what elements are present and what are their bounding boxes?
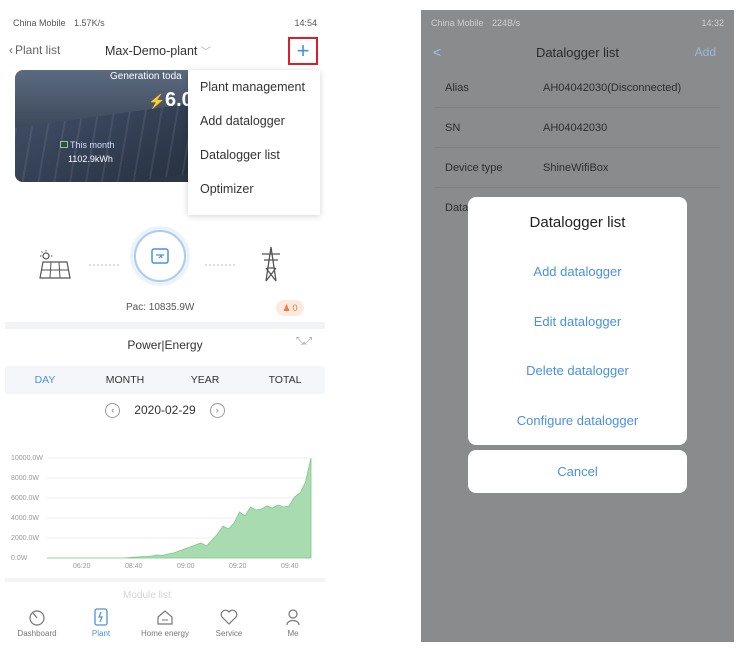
month-label: This month — [60, 140, 115, 150]
plus-icon: + — [296, 38, 310, 63]
plus-button[interactable]: + — [288, 37, 318, 65]
tab-month[interactable]: MONTH — [85, 366, 165, 394]
row-key: Alias — [445, 81, 469, 94]
top-bar: < Datalogger list Add — [421, 36, 734, 68]
y-tick-label: 0.0W — [11, 555, 28, 562]
power-tower-icon — [262, 246, 280, 282]
nav-dashboard[interactable]: Dashboard — [5, 598, 69, 640]
dashboard-icon — [29, 610, 45, 626]
bottom-nav: Dashboard Plant Home energy Service Me — [5, 598, 325, 640]
home-energy-icon — [157, 610, 173, 625]
period-tabs: DAY MONTH YEAR TOTAL — [5, 366, 325, 394]
menu-item-datalogger-list[interactable]: Datalogger list — [188, 138, 320, 172]
me-icon — [286, 609, 300, 626]
solar-panel-icon — [39, 250, 71, 279]
selected-date[interactable]: 2020-02-29 — [134, 403, 195, 417]
energy-flow: Pac: 10835.9W ♟ 0 — [5, 228, 325, 318]
datalogger-screen: China Mobile 224B/s 14:32 < Datalogger l… — [421, 10, 734, 642]
y-tick-label: 10000.0W — [11, 455, 43, 462]
info-row-device-type: Device type ShineWifiBox — [435, 148, 720, 188]
tab-year[interactable]: YEAR — [165, 366, 245, 394]
date-selector: ‹ 2020-02-29 › — [5, 398, 325, 422]
row-value: ShineWifiBox — [543, 161, 609, 174]
back-to-plant-list[interactable]: ‹ Plant list — [9, 43, 60, 57]
edit-datalogger-option[interactable]: Edit datalogger — [468, 297, 687, 347]
clock: 14:54 — [294, 18, 317, 28]
status-bar: China Mobile 224B/s 14:32 — [421, 10, 734, 36]
plant-icon — [94, 608, 108, 626]
chevron-down-icon: ﹀ — [200, 46, 211, 58]
menu-item-add-datalogger[interactable]: Add datalogger — [188, 104, 320, 138]
y-tick-label: 2000.0W — [11, 535, 39, 542]
generation-banner: Generation toda ⚡ 6.0 This month 1102.9k… — [15, 70, 215, 182]
next-date-button[interactable]: › — [209, 402, 225, 418]
plant-selector[interactable]: Max-Demo-plant ﹀ — [105, 43, 211, 58]
delete-datalogger-option[interactable]: Delete datalogger — [468, 346, 687, 396]
network-speed: 1.57K/s — [74, 18, 105, 28]
service-icon — [220, 609, 238, 625]
x-tick-label: 08:40 — [125, 563, 143, 570]
y-tick-label: 6000.0W — [11, 495, 39, 502]
tab-day[interactable]: DAY — [5, 366, 85, 394]
power-area-chart: 10000.0W 8000.0W 6000.0W 4000.0W 2000.0W 0.0W… — [11, 455, 312, 570]
inverter-node[interactable] — [134, 230, 186, 282]
tab-total[interactable]: TOTAL — [245, 366, 325, 394]
chevron-left-icon: ‹ — [9, 43, 13, 57]
back-label: Plant list — [15, 43, 61, 57]
carrier-label: China Mobile — [431, 18, 484, 28]
page-title: Datalogger list — [535, 44, 620, 60]
x-tick-label: 06:20 — [73, 563, 91, 570]
plus-dropdown-menu: Plant management Add datalogger Datalogg… — [188, 70, 320, 215]
cancel-button[interactable]: Cancel — [468, 450, 687, 493]
row-value: AH04042030(Disconnected) — [543, 81, 682, 94]
nav-home-energy[interactable]: Home energy — [133, 598, 197, 640]
nav-service[interactable]: Service — [197, 598, 261, 640]
pac-label: Pac: 10835.9W — [126, 302, 195, 313]
expand-icon[interactable]: ⤡⤢ — [296, 336, 312, 347]
status-bar: China Mobile 1.57K/s 14:54 — [5, 10, 325, 36]
bell-icon: ♟ — [282, 302, 291, 313]
calendar-icon — [60, 141, 68, 148]
menu-item-optimizer[interactable]: Optimizer — [188, 172, 320, 206]
bolt-icon: ⚡ — [148, 93, 166, 109]
inverter-icon — [151, 248, 169, 264]
y-tick-label: 4000.0W — [11, 515, 39, 522]
nav-me[interactable]: Me — [261, 598, 325, 640]
power-area-series — [47, 457, 312, 559]
month-value: 1102.9kWh — [68, 154, 113, 164]
x-tick-label: 09:40 — [281, 563, 299, 570]
flow-line-left — [89, 264, 119, 266]
row-key: Device type — [445, 161, 503, 174]
generation-title: Generation toda — [110, 71, 182, 82]
prev-date-button[interactable]: ‹ — [105, 402, 121, 418]
section-divider — [5, 322, 325, 329]
alarm-badge[interactable]: ♟ 0 — [276, 300, 304, 316]
row-value: AH04042030 — [543, 121, 608, 134]
sheet-title: Datalogger list — [529, 213, 626, 231]
info-row-alias: Alias AH04042030(Disconnected) — [435, 68, 720, 108]
row-key: SN — [445, 121, 461, 134]
datalogger-action-sheet: Datalogger list Add datalogger Edit data… — [468, 197, 687, 445]
section-divider — [5, 578, 325, 582]
power-energy-title: Power|Energy — [127, 338, 203, 352]
network-speed: 224B/s — [492, 18, 521, 28]
add-button[interactable]: Add — [695, 45, 716, 59]
carrier-label: China Mobile — [13, 18, 66, 28]
clock: 14:32 — [701, 18, 724, 28]
top-bar: ‹ Plant list Max-Demo-plant ﹀ + — [5, 36, 325, 65]
flow-line-right — [205, 264, 235, 266]
y-tick-label: 8000.0W — [11, 475, 39, 482]
add-datalogger-option[interactable]: Add datalogger — [468, 247, 687, 297]
plant-name: Max-Demo-plant — [105, 43, 198, 58]
solar-panel-image — [15, 99, 215, 182]
nav-plant[interactable]: Plant — [69, 598, 133, 640]
menu-item-plant-management[interactable]: Plant management — [188, 70, 320, 104]
info-row-sn: SN AH04042030 — [435, 108, 720, 148]
x-tick-label: 09:00 — [177, 563, 195, 570]
plant-screen: China Mobile 1.57K/s 14:54 ‹ Plant list … — [5, 10, 325, 640]
x-tick-label: 09:20 — [229, 563, 247, 570]
configure-datalogger-option[interactable]: Configure datalogger — [468, 396, 687, 446]
